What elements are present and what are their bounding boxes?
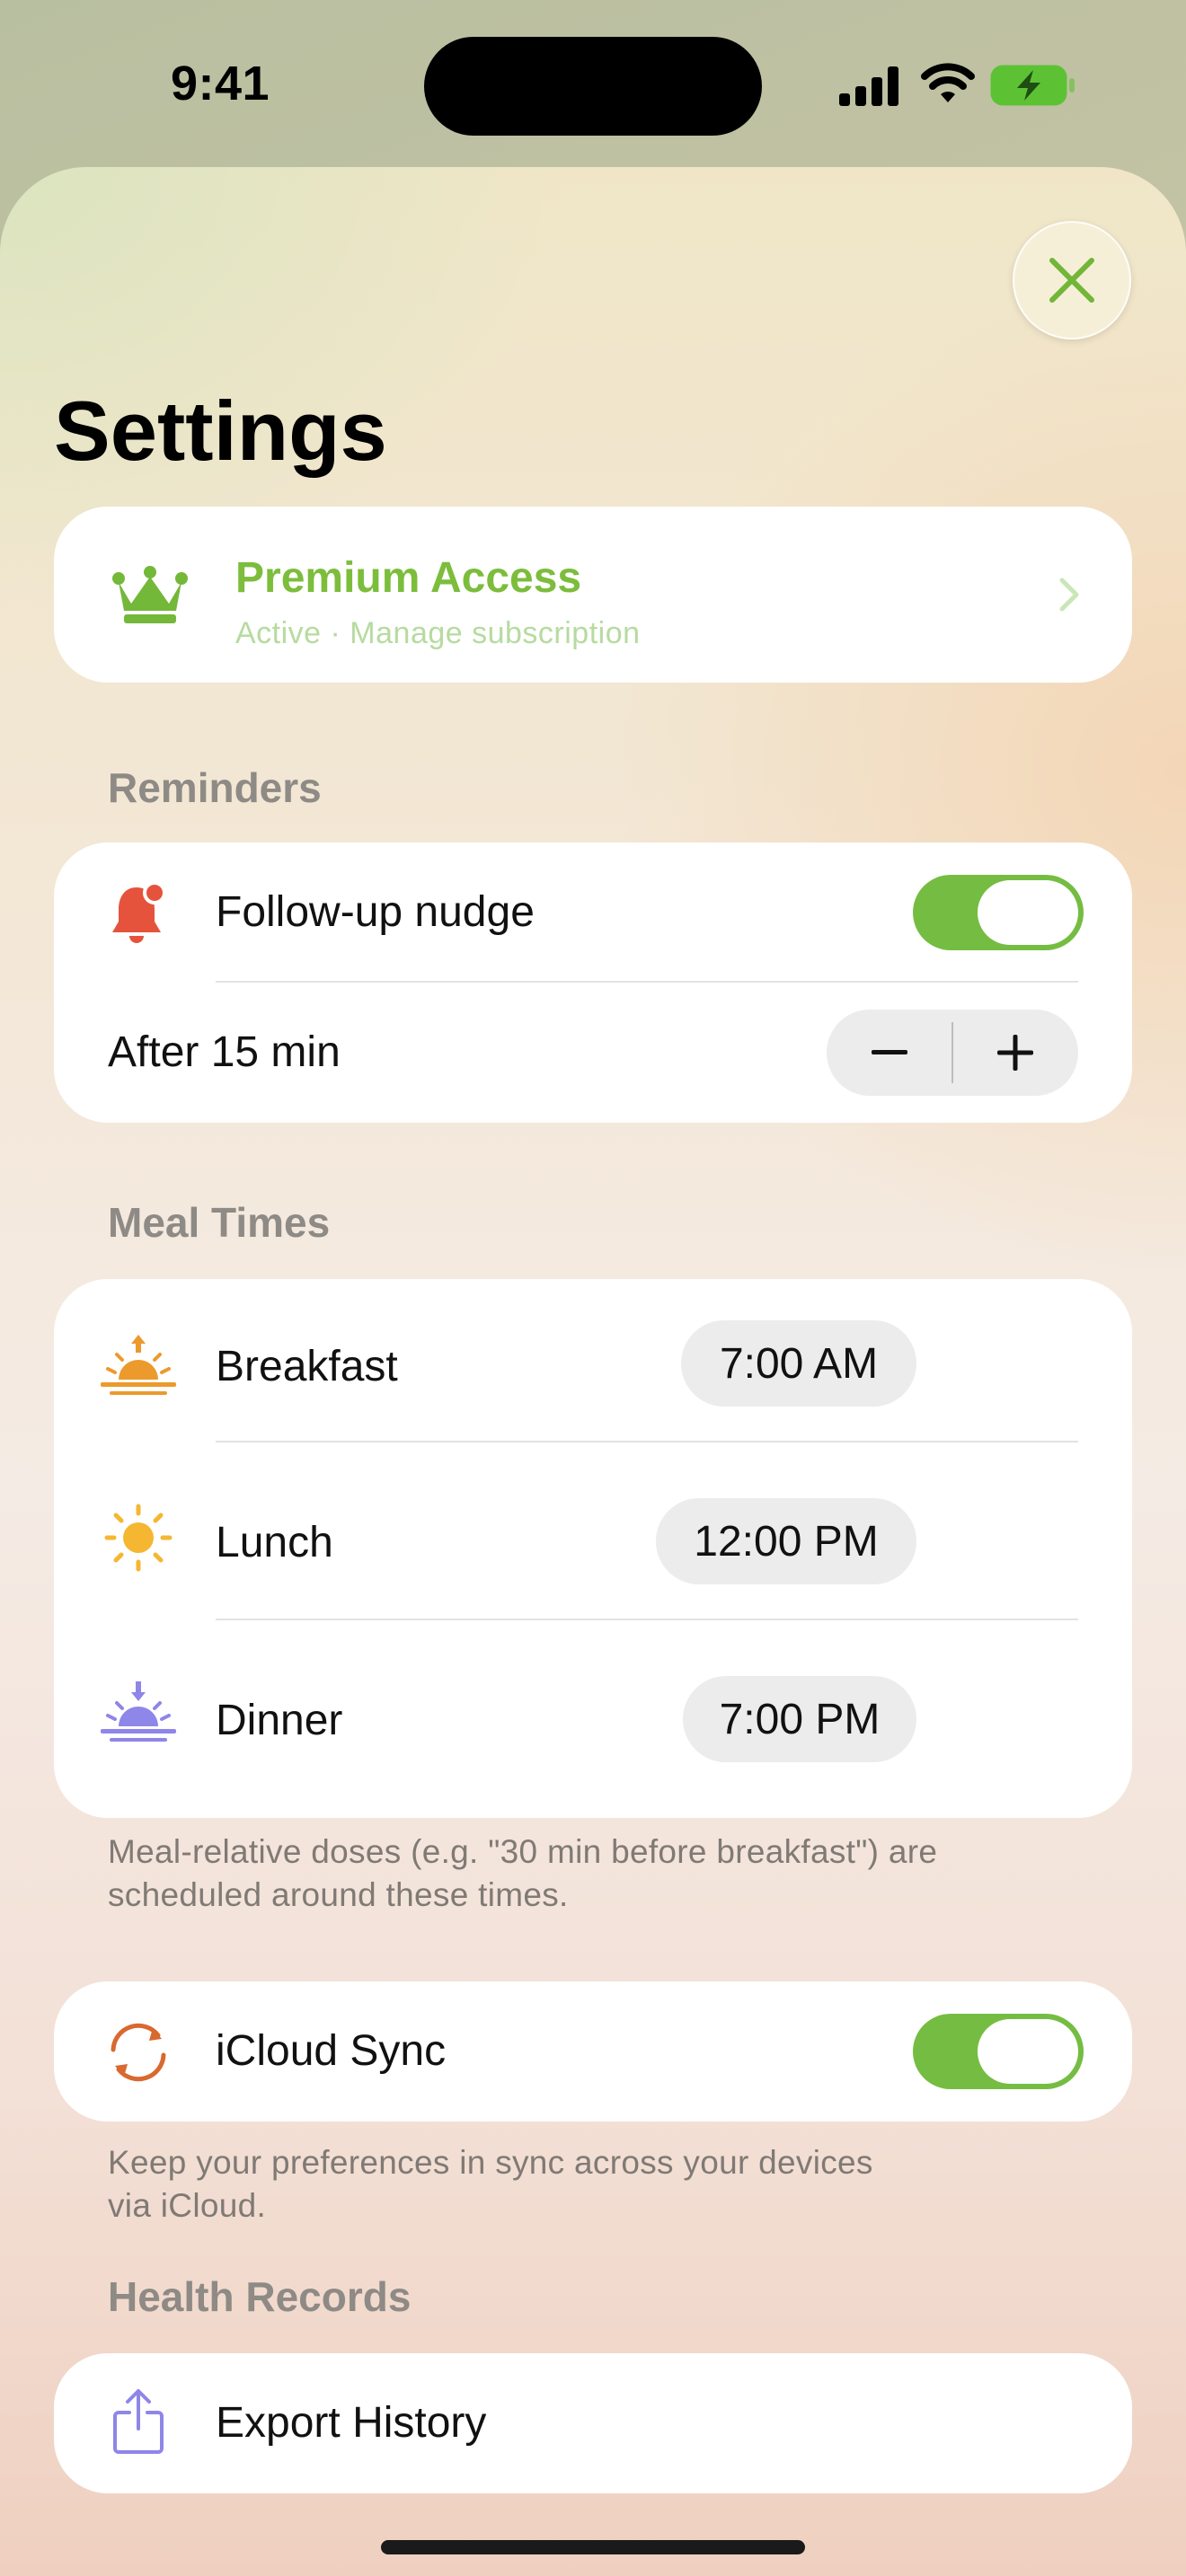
sunrise-icon (101, 1335, 176, 1395)
bell-icon (112, 882, 166, 943)
increment-button[interactable] (952, 1010, 1078, 1096)
toggle-knob (978, 880, 1078, 945)
lunch-time-picker[interactable]: 12:00 PM (656, 1498, 916, 1584)
sunset-icon (101, 1681, 176, 1742)
minus-icon (872, 1050, 907, 1054)
close-button[interactable] (1013, 221, 1131, 340)
delay-label: After 15 min (108, 1028, 341, 1076)
follow-up-label: Follow-up nudge (216, 888, 535, 936)
sync-icon (111, 2023, 166, 2082)
icloud-sync-label: iCloud Sync (216, 2027, 447, 2075)
settings-sheet: Settings Premium Access Active · Manage … (0, 167, 1186, 2576)
reminders-card: Follow-up nudge After 15 min (54, 842, 1132, 1123)
premium-access-card[interactable]: Premium Access Active · Manage subscript… (54, 507, 1132, 683)
premium-title: Premium Access (235, 554, 582, 602)
toggle-knob (978, 2019, 1078, 2084)
footnote-line: Keep your preferences in sync across you… (108, 2144, 873, 2181)
delay-stepper (827, 1010, 1078, 1096)
meal-label-lunch: Lunch (216, 1519, 333, 1566)
icloud-footnote: Keep your preferences in sync across you… (108, 2141, 873, 2228)
breakfast-time-picker[interactable]: 7:00 AM (681, 1320, 916, 1407)
icloud-sync-card: iCloud Sync (54, 1981, 1132, 2122)
crown-icon (112, 566, 188, 623)
sun-icon (104, 1504, 173, 1572)
meal-times-footnote: Meal-relative doses (e.g. "30 min before… (108, 1831, 937, 1917)
dinner-time-picker[interactable]: 7:00 PM (683, 1676, 916, 1762)
meal-times-card: Breakfast 7:00 AM Lunch 12:00 PM Dinner … (54, 1279, 1132, 1818)
meal-label-breakfast: Breakfast (216, 1343, 398, 1390)
export-history-label: Export History (216, 2399, 487, 2447)
export-history-row[interactable]: Export History (54, 2353, 1132, 2493)
follow-up-toggle[interactable] (913, 875, 1084, 950)
divider (216, 1441, 1078, 1442)
share-icon (113, 2389, 164, 2454)
meal-label-dinner: Dinner (216, 1697, 343, 1744)
section-label-meal-times: Meal Times (108, 1199, 331, 1246)
section-label-reminders: Reminders (108, 764, 322, 811)
status-bar: 9:41 (0, 0, 1186, 171)
close-icon (1049, 258, 1094, 303)
home-indicator (381, 2540, 805, 2554)
footnote-line: scheduled around these times. (108, 1876, 569, 1913)
footnote-line: via iCloud. (108, 2187, 267, 2224)
chevron-right-icon (1059, 578, 1079, 612)
divider (216, 981, 1078, 983)
section-label-health-records: Health Records (108, 2273, 412, 2320)
wifi-icon (921, 63, 975, 102)
page-title: Settings (54, 384, 387, 478)
cellular-signal-icon (839, 66, 898, 106)
divider (216, 1619, 1078, 1620)
decrement-button[interactable] (827, 1010, 952, 1096)
status-time: 9:41 (171, 57, 270, 110)
dynamic-island (424, 37, 762, 136)
icloud-sync-toggle[interactable] (913, 2014, 1084, 2089)
plus-icon (997, 1035, 1033, 1071)
premium-subtitle: Active · Manage subscription (235, 616, 641, 650)
footnote-line: Meal-relative doses (e.g. "30 min before… (108, 1833, 938, 1870)
battery-charging-icon (990, 65, 1075, 106)
